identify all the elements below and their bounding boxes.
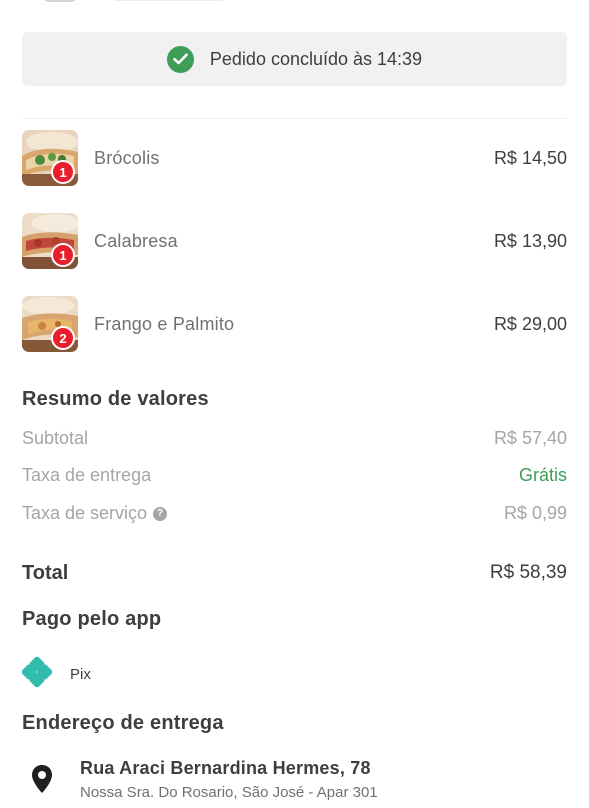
quantity-badge: 1 <box>51 243 75 267</box>
address-title: Endereço de entrega <box>22 712 224 734</box>
summary-title: Resumo de valores <box>22 388 209 410</box>
item-price: R$ 13,90 <box>493 231 567 251</box>
check-circle-icon <box>166 45 194 73</box>
order-status-text: Pedido concluído às 14:39 <box>209 48 423 69</box>
service-fee-value: R$ 0,99 <box>503 503 567 523</box>
payment-title: Pago pelo app <box>22 608 162 630</box>
header-remnant <box>22 0 224 4</box>
delivery-address: Rua Araci Bernardina Hermes, 78 Nossa Sr… <box>22 756 567 808</box>
payment-method-label: Pix <box>70 665 91 683</box>
location-pin-icon <box>30 764 54 799</box>
order-item-row[interactable]: 1 Brócolis R$ 14,50 <box>22 130 567 187</box>
subtotal-row: Subtotal R$ 57,40 <box>22 428 567 452</box>
subtotal-value: R$ 57,40 <box>493 428 567 448</box>
payment-method: Pix <box>21 656 91 692</box>
store-logo-edge <box>40 0 80 2</box>
order-item-row[interactable]: 1 Calabresa R$ 13,90 <box>22 213 567 270</box>
item-price: R$ 14,50 <box>493 148 567 168</box>
address-street: Rua Araci Bernardina Hermes, 78 <box>80 758 371 778</box>
address-detail: Nossa Sra. Do Rosario, São José - Apar 3… <box>80 784 378 801</box>
total-row: Total R$ 58,39 <box>22 562 567 588</box>
total-value: R$ 58,39 <box>489 562 567 583</box>
subtotal-label: Subtotal <box>22 428 89 448</box>
pix-icon <box>21 656 53 692</box>
service-fee-label-group: Taxa de serviço ? <box>22 503 168 524</box>
quantity-badge: 2 <box>51 326 75 350</box>
item-name: Calabresa <box>94 231 178 251</box>
service-fee-label: Taxa de serviço <box>22 503 148 523</box>
delivery-fee-row: Taxa de entrega Grátis <box>22 465 567 489</box>
divider <box>22 118 567 119</box>
store-name-edge <box>114 0 224 1</box>
order-status-banner: Pedido concluído às 14:39 <box>22 32 567 86</box>
item-price: R$ 29,00 <box>493 314 567 334</box>
delivery-fee-value: Grátis <box>518 465 567 485</box>
order-item-row[interactable]: 2 Frango e Palmito R$ 29,00 <box>22 296 567 353</box>
quantity-badge: 1 <box>51 160 75 184</box>
delivery-fee-label: Taxa de entrega <box>22 465 152 485</box>
item-name: Brócolis <box>94 148 160 168</box>
total-label: Total <box>22 562 69 584</box>
item-name: Frango e Palmito <box>94 314 235 334</box>
service-fee-row: Taxa de serviço ? R$ 0,99 <box>22 503 567 527</box>
info-icon[interactable]: ? <box>153 506 168 521</box>
